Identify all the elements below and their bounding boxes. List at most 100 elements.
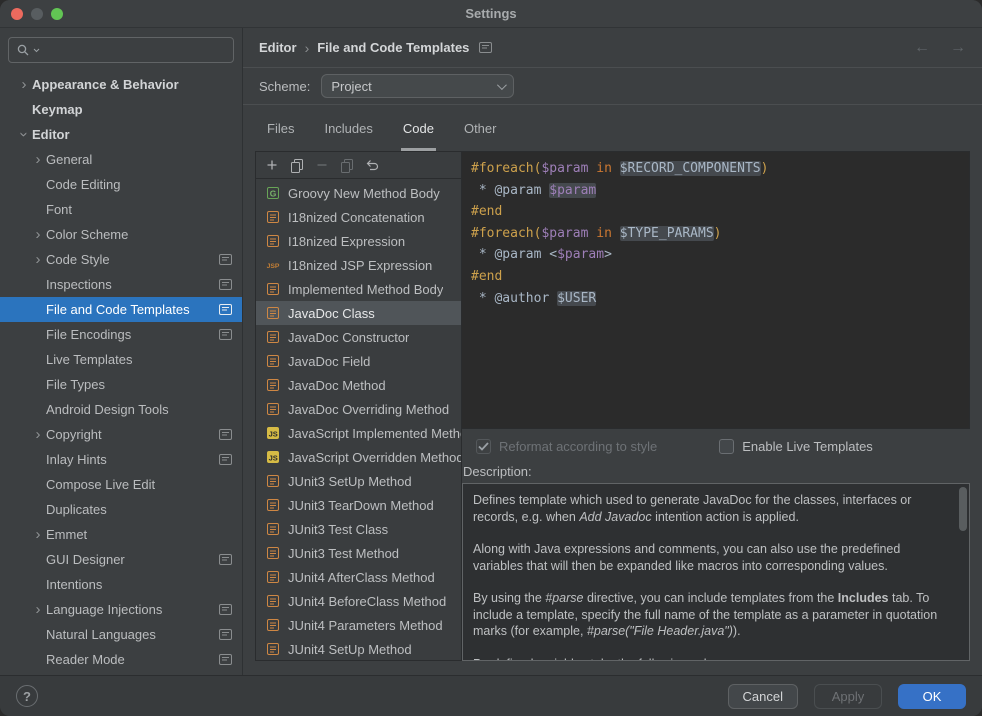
sidebar-item-intentions[interactable]: ›Intentions — [0, 572, 242, 597]
svg-text:JS: JS — [269, 454, 278, 463]
description-paragraph: Predefined variables take the following … — [473, 656, 949, 662]
window-title: Settings — [0, 6, 982, 21]
sidebar-item-copyright[interactable]: ›Copyright — [0, 422, 242, 447]
template-item-javascript-implemented-method-body[interactable]: JSJavaScript Implemented Method Body — [256, 421, 461, 445]
sidebar-item-color-scheme[interactable]: ›Color Scheme — [0, 222, 242, 247]
scheme-select[interactable]: Project — [321, 74, 514, 98]
chevron-right-icon[interactable]: › — [30, 227, 46, 242]
editor-preview-icon — [219, 654, 232, 665]
template-template-icon — [265, 330, 281, 344]
template-item-i18nized-concatenation[interactable]: I18nized Concatenation — [256, 205, 461, 229]
template-item-javadoc-constructor[interactable]: JavaDoc Constructor — [256, 325, 461, 349]
help-button[interactable]: ? — [16, 685, 38, 707]
search-input[interactable] — [43, 43, 226, 58]
sidebar-item-inspections[interactable]: ›Inspections — [0, 272, 242, 297]
template-item-javadoc-method[interactable]: JavaDoc Method — [256, 373, 461, 397]
reset-template-button[interactable] — [361, 155, 383, 175]
template-template-icon — [265, 570, 281, 584]
template-item-label: JavaScript Implemented Method Body — [288, 426, 461, 441]
template-editor[interactable]: #foreach($param in $RECORD_COMPONENTS) *… — [462, 151, 970, 429]
chevron-down-icon[interactable]: › — [17, 127, 32, 143]
template-item-junit4-setup-method[interactable]: JUnit4 SetUp Method — [256, 637, 461, 660]
editor-preview-icon — [219, 454, 232, 465]
template-item-javascript-overridden-method-body[interactable]: JSJavaScript Overridden Method Body — [256, 445, 461, 469]
scheme-label: Scheme: — [259, 79, 310, 94]
template-item-junit4-parameters-method[interactable]: JUnit4 Parameters Method — [256, 613, 461, 637]
template-item-label: I18nized Concatenation — [288, 210, 425, 225]
sidebar-item-file-types[interactable]: ›File Types — [0, 372, 242, 397]
description-box[interactable]: Defines template which used to generate … — [462, 483, 970, 661]
template-item-javadoc-class[interactable]: JavaDoc Class — [256, 301, 461, 325]
sidebar-item-label: Editor — [32, 127, 70, 142]
live-templates-checkbox[interactable]: Enable Live Templates — [719, 439, 873, 454]
editor-preview-icon — [219, 304, 232, 315]
sidebar-item-live-templates[interactable]: ›Live Templates — [0, 347, 242, 372]
add-template-button[interactable] — [261, 155, 283, 175]
sidebar-item-code-editing[interactable]: ›Code Editing — [0, 172, 242, 197]
template-item-junit3-teardown-method[interactable]: JUnit3 TearDown Method — [256, 493, 461, 517]
sidebar-item-label: GUI Designer — [46, 552, 125, 567]
sidebar-item-label: File Encodings — [46, 327, 131, 342]
breadcrumb-current: File and Code Templates — [317, 40, 469, 55]
forward-icon[interactable]: → — [950, 39, 966, 57]
history-nav: ← → — [914, 39, 966, 57]
sidebar-item-emmet[interactable]: ›Emmet — [0, 522, 242, 547]
chevron-right-icon[interactable]: › — [30, 252, 46, 267]
chevron-right-icon[interactable]: › — [30, 427, 46, 442]
template-item-junit4-beforeclass-method[interactable]: JUnit4 BeforeClass Method — [256, 589, 461, 613]
sidebar-item-editor[interactable]: ›Editor — [0, 122, 242, 147]
sidebar-item-android-design-tools[interactable]: ›Android Design Tools — [0, 397, 242, 422]
sidebar-item-compose-live-edit[interactable]: ›Compose Live Edit — [0, 472, 242, 497]
tab-code[interactable]: Code — [401, 105, 436, 151]
template-item-label: Implemented Method Body — [288, 282, 443, 297]
js-template-icon: JS — [265, 450, 281, 464]
description-scrollbar-thumb[interactable] — [959, 487, 967, 531]
sidebar-item-language-injections[interactable]: ›Language Injections — [0, 597, 242, 622]
template-item-junit4-afterclass-method[interactable]: JUnit4 AfterClass Method — [256, 565, 461, 589]
editor-preview-icon — [219, 329, 232, 340]
sidebar-item-code-style[interactable]: ›Code Style — [0, 247, 242, 272]
tab-includes[interactable]: Includes — [322, 105, 374, 151]
chevron-right-icon[interactable]: › — [30, 602, 46, 617]
sidebar-item-natural-languages[interactable]: ›Natural Languages — [0, 622, 242, 647]
cancel-button[interactable]: Cancel — [728, 684, 798, 709]
sidebar-item-keymap[interactable]: ›Keymap — [0, 97, 242, 122]
tab-files[interactable]: Files — [265, 105, 296, 151]
template-item-i18nized-jsp-expression[interactable]: JSPI18nized JSP Expression — [256, 253, 461, 277]
breadcrumb-editor[interactable]: Editor — [259, 40, 297, 55]
sidebar-item-gui-designer[interactable]: ›GUI Designer — [0, 547, 242, 572]
template-item-label: JavaDoc Field — [288, 354, 370, 369]
template-item-i18nized-expression[interactable]: I18nized Expression — [256, 229, 461, 253]
sidebar-item-file-and-code-templates[interactable]: ›File and Code Templates — [0, 297, 242, 322]
template-template-icon — [265, 234, 281, 248]
settings-main: Editor › File and Code Templates ← → Sch… — [243, 28, 982, 675]
ok-button[interactable]: OK — [898, 684, 966, 709]
template-item-javadoc-overriding-method[interactable]: JavaDoc Overriding Method — [256, 397, 461, 421]
sidebar-item-reader-mode[interactable]: ›Reader Mode — [0, 647, 242, 672]
sidebar-item-label: Color Scheme — [46, 227, 128, 242]
sidebar-item-label: Language Injections — [46, 602, 162, 617]
sidebar-item-file-encodings[interactable]: ›File Encodings — [0, 322, 242, 347]
template-item-junit3-test-method[interactable]: JUnit3 Test Method — [256, 541, 461, 565]
tab-other[interactable]: Other — [462, 105, 499, 151]
sidebar-item-appearance-behavior[interactable]: ›Appearance & Behavior — [0, 72, 242, 97]
template-item-implemented-method-body[interactable]: Implemented Method Body — [256, 277, 461, 301]
undo-icon — [364, 157, 380, 173]
sidebar-item-label: Font — [46, 202, 72, 217]
search-box[interactable] — [8, 37, 234, 63]
back-icon[interactable]: ← — [914, 39, 930, 57]
chevron-right-icon[interactable]: › — [30, 152, 46, 167]
template-item-label: JUnit4 BeforeClass Method — [288, 594, 446, 609]
sidebar-item-duplicates[interactable]: ›Duplicates — [0, 497, 242, 522]
chevron-right-icon[interactable]: › — [30, 527, 46, 542]
description-paragraph: By using the #parse directive, you can i… — [473, 590, 949, 640]
template-item-junit3-setup-method[interactable]: JUnit3 SetUp Method — [256, 469, 461, 493]
sidebar-item-font[interactable]: ›Font — [0, 197, 242, 222]
template-item-junit3-test-class[interactable]: JUnit3 Test Class — [256, 517, 461, 541]
create-child-template-button[interactable] — [286, 155, 308, 175]
chevron-right-icon[interactable]: › — [16, 77, 32, 92]
template-item-javadoc-field[interactable]: JavaDoc Field — [256, 349, 461, 373]
template-item-groovy-new-method-body[interactable]: GGroovy New Method Body — [256, 181, 461, 205]
sidebar-item-general[interactable]: ›General — [0, 147, 242, 172]
sidebar-item-inlay-hints[interactable]: ›Inlay Hints — [0, 447, 242, 472]
